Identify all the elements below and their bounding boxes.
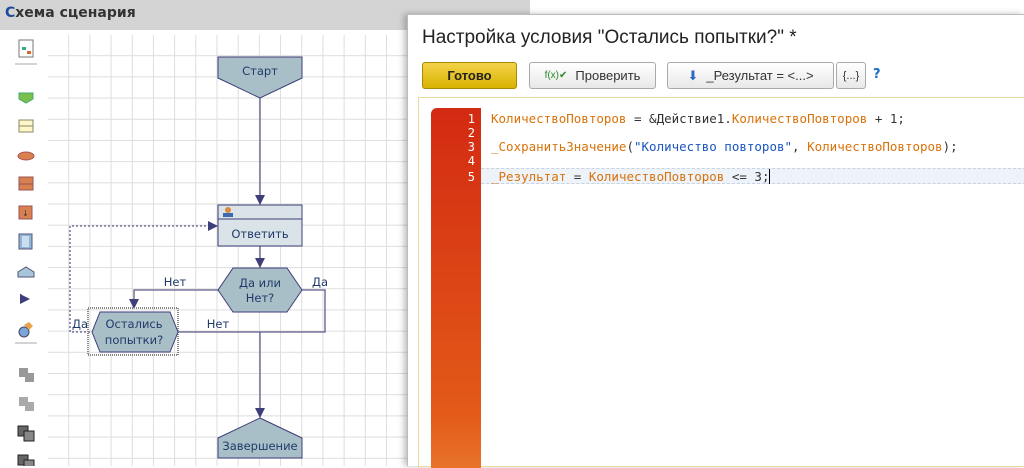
label-yes: Да — [312, 275, 328, 289]
tool-subprocess-icon[interactable] — [18, 176, 34, 191]
label-no: Нет — [164, 275, 187, 289]
label-no-end: Нет — [207, 317, 230, 331]
decision-node[interactable]: Да или Нет? — [217, 267, 303, 313]
tool-action-icon[interactable] — [18, 119, 34, 133]
code-line-5: _Результат = КоличествоПовторов <= 3;​ — [491, 169, 771, 184]
tool-decision-icon[interactable] — [18, 322, 33, 338]
tool-properties-icon[interactable] — [18, 39, 34, 58]
tool-nested-icon[interactable]: ↓ — [18, 205, 33, 220]
insert-result-button[interactable]: ⬇ _Результат = <...> — [667, 62, 834, 89]
svg-text:Ответить: Ответить — [231, 227, 288, 241]
svg-text:Остались: Остались — [105, 317, 162, 331]
line-number: 5 — [467, 170, 475, 184]
start-node[interactable]: Старт — [217, 56, 303, 99]
svg-text:↓: ↓ — [22, 209, 29, 218]
tool-start-icon[interactable] — [18, 92, 34, 104]
line-number-gutter: 1 2 3 4 5 — [431, 108, 481, 468]
reply-node[interactable]: Ответить — [217, 204, 303, 247]
svg-text:попытки?: попытки? — [105, 333, 163, 347]
condition-node-selected[interactable]: Остались попытки? — [87, 307, 179, 356]
help-link[interactable]: ? — [873, 67, 881, 82]
svg-text:Нет?: Нет? — [246, 291, 275, 305]
line-number: 4 — [467, 154, 475, 168]
tool-end-icon[interactable] — [17, 266, 35, 278]
line-number: 3 — [467, 140, 475, 154]
condition-settings-dialog: Настройка условия "Остались попытки?" * … — [407, 14, 1024, 468]
code-line-3: _СохранитьЗначение("Количество повторов"… — [491, 139, 958, 154]
line-number: 1 — [467, 112, 475, 126]
tool-split-icon[interactable] — [18, 233, 33, 250]
svg-text:Завершение: Завершение — [222, 439, 297, 453]
tool-send-back-icon[interactable] — [17, 454, 35, 466]
tool-bring-front-icon[interactable] — [17, 425, 35, 442]
check-button[interactable]: f(x)✔ Проверить — [529, 62, 656, 89]
svg-text:Старт: Старт — [242, 64, 278, 78]
formula-check-icon: f(x)✔ — [544, 70, 568, 81]
code-editor[interactable]: 1 2 3 4 5 КоличествоПовторов = &Действие… — [418, 97, 1024, 468]
tool-ungroup-icon[interactable] — [19, 397, 34, 411]
tool-connector-icon[interactable] — [20, 294, 30, 304]
label-yes-retry: Да — [72, 317, 88, 331]
code-line-1: КоличествоПовторов = &Действие1.Количест… — [491, 111, 905, 126]
connector-no[interactable] — [129, 289, 218, 309]
tool-process-icon[interactable] — [17, 151, 35, 161]
dialog-title: Настройка условия "Остались попытки?" * — [422, 27, 797, 48]
template-button[interactable]: {...} — [836, 62, 866, 89]
arrow-down-icon: ⬇ — [687, 67, 699, 83]
done-button[interactable]: Готово — [422, 62, 517, 89]
text-cursor: ​ — [769, 169, 771, 184]
svg-text:Да или: Да или — [239, 276, 281, 290]
end-node[interactable]: Завершение — [217, 417, 303, 459]
line-number: 2 — [467, 126, 475, 140]
scenario-diagram: ↓ Старт Ответить Да или Нет? Нет Да Да Н… — [15, 39, 328, 466]
tool-group-icon[interactable] — [19, 368, 34, 382]
